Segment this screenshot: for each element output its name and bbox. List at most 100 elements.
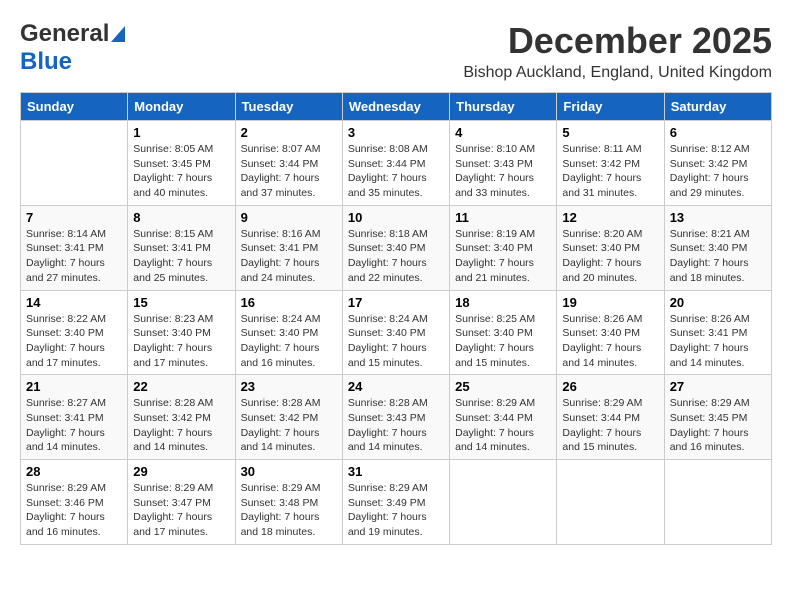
day-number: 18 xyxy=(455,295,551,310)
day-info: Sunrise: 8:24 AM Sunset: 3:40 PM Dayligh… xyxy=(241,312,337,371)
day-number: 23 xyxy=(241,379,337,394)
day-number: 24 xyxy=(348,379,444,394)
calendar-week-row: 28 Sunrise: 8:29 AM Sunset: 3:46 PM Dayli… xyxy=(21,460,772,545)
calendar-day-cell: 7 Sunrise: 8:14 AM Sunset: 3:41 PM Daylig… xyxy=(21,205,128,290)
calendar-day-cell: 16 Sunrise: 8:24 AM Sunset: 3:40 PM Dayli… xyxy=(235,290,342,375)
calendar-day-cell: 13 Sunrise: 8:21 AM Sunset: 3:40 PM Dayli… xyxy=(664,205,771,290)
logo: General Blue xyxy=(20,20,109,76)
calendar-day-cell: 3Sunrise: 8:08 AM Sunset: 3:44 PM Daylig… xyxy=(342,121,449,206)
logo-arrow-icon xyxy=(111,22,125,42)
calendar-day-cell: 27 Sunrise: 8:29 AM Sunset: 3:45 PM Dayli… xyxy=(664,375,771,460)
day-number: 1 xyxy=(133,125,229,140)
calendar-day-cell: 22 Sunrise: 8:28 AM Sunset: 3:42 PM Dayli… xyxy=(128,375,235,460)
day-number: 27 xyxy=(670,379,766,394)
calendar-day-cell: 19Sunrise: 8:26 AM Sunset: 3:40 PM Dayli… xyxy=(557,290,664,375)
day-info: Sunrise: 8:26 AM Sunset: 3:40 PM Dayligh… xyxy=(562,312,658,371)
col-header-monday: Monday xyxy=(128,93,235,121)
day-info: Sunrise: 8:10 AM Sunset: 3:43 PM Dayligh… xyxy=(455,142,551,201)
day-info: Sunrise: 8:05 AM Sunset: 3:45 PM Dayligh… xyxy=(133,142,229,201)
calendar-day-cell: 11Sunrise: 8:19 AM Sunset: 3:40 PM Dayli… xyxy=(450,205,557,290)
calendar-week-row: 1 Sunrise: 8:05 AM Sunset: 3:45 PM Daylig… xyxy=(21,121,772,206)
day-info: Sunrise: 8:29 AM Sunset: 3:45 PM Dayligh… xyxy=(670,396,766,455)
col-header-thursday: Thursday xyxy=(450,93,557,121)
calendar-day-cell: 21 Sunrise: 8:27 AM Sunset: 3:41 PM Dayli… xyxy=(21,375,128,460)
calendar-day-cell: 30Sunrise: 8:29 AM Sunset: 3:48 PM Dayli… xyxy=(235,460,342,545)
page-header: General Blue December 2025 Bishop Auckla… xyxy=(20,20,772,82)
calendar-day-cell: 23 Sunrise: 8:28 AM Sunset: 3:42 PM Dayli… xyxy=(235,375,342,460)
calendar-day-cell xyxy=(664,460,771,545)
day-number: 21 xyxy=(26,379,122,394)
day-info: Sunrise: 8:29 AM Sunset: 3:49 PM Dayligh… xyxy=(348,481,444,540)
day-number: 31 xyxy=(348,464,444,479)
col-header-saturday: Saturday xyxy=(664,93,771,121)
month-title: December 2025 xyxy=(463,20,772,62)
calendar-week-row: 21 Sunrise: 8:27 AM Sunset: 3:41 PM Dayli… xyxy=(21,375,772,460)
day-info: Sunrise: 8:24 AM Sunset: 3:40 PM Dayligh… xyxy=(348,312,444,371)
day-info: Sunrise: 8:07 AM Sunset: 3:44 PM Dayligh… xyxy=(241,142,337,201)
day-info: Sunrise: 8:22 AM Sunset: 3:40 PM Dayligh… xyxy=(26,312,122,371)
location-title: Bishop Auckland, England, United Kingdom xyxy=(463,64,772,82)
calendar-day-cell: 2 Sunrise: 8:07 AM Sunset: 3:44 PM Daylig… xyxy=(235,121,342,206)
day-number: 4 xyxy=(455,125,551,140)
day-number: 2 xyxy=(241,125,337,140)
day-number: 16 xyxy=(241,295,337,310)
calendar-day-cell: 5 Sunrise: 8:11 AM Sunset: 3:42 PM Daylig… xyxy=(557,121,664,206)
day-number: 30 xyxy=(241,464,337,479)
calendar-day-cell: 25 Sunrise: 8:29 AM Sunset: 3:44 PM Dayli… xyxy=(450,375,557,460)
day-number: 28 xyxy=(26,464,122,479)
day-number: 12 xyxy=(562,210,658,225)
day-info: Sunrise: 8:16 AM Sunset: 3:41 PM Dayligh… xyxy=(241,227,337,286)
calendar-day-cell: 1 Sunrise: 8:05 AM Sunset: 3:45 PM Daylig… xyxy=(128,121,235,206)
calendar-day-cell: 20 Sunrise: 8:26 AM Sunset: 3:41 PM Dayli… xyxy=(664,290,771,375)
calendar-table: SundayMondayTuesdayWednesdayThursdayFrid… xyxy=(20,92,772,545)
day-info: Sunrise: 8:11 AM Sunset: 3:42 PM Dayligh… xyxy=(562,142,658,201)
day-number: 25 xyxy=(455,379,551,394)
col-header-friday: Friday xyxy=(557,93,664,121)
calendar-day-cell: 15Sunrise: 8:23 AM Sunset: 3:40 PM Dayli… xyxy=(128,290,235,375)
day-info: Sunrise: 8:27 AM Sunset: 3:41 PM Dayligh… xyxy=(26,396,122,455)
calendar-day-cell xyxy=(557,460,664,545)
title-block: December 2025 Bishop Auckland, England, … xyxy=(463,20,772,82)
day-info: Sunrise: 8:18 AM Sunset: 3:40 PM Dayligh… xyxy=(348,227,444,286)
day-info: Sunrise: 8:28 AM Sunset: 3:42 PM Dayligh… xyxy=(133,396,229,455)
day-info: Sunrise: 8:26 AM Sunset: 3:41 PM Dayligh… xyxy=(670,312,766,371)
day-info: Sunrise: 8:20 AM Sunset: 3:40 PM Dayligh… xyxy=(562,227,658,286)
calendar-week-row: 14 Sunrise: 8:22 AM Sunset: 3:40 PM Dayli… xyxy=(21,290,772,375)
day-info: Sunrise: 8:29 AM Sunset: 3:47 PM Dayligh… xyxy=(133,481,229,540)
day-number: 6 xyxy=(670,125,766,140)
day-info: Sunrise: 8:28 AM Sunset: 3:42 PM Dayligh… xyxy=(241,396,337,455)
day-number: 22 xyxy=(133,379,229,394)
day-info: Sunrise: 8:12 AM Sunset: 3:42 PM Dayligh… xyxy=(670,142,766,201)
day-info: Sunrise: 8:29 AM Sunset: 3:44 PM Dayligh… xyxy=(455,396,551,455)
calendar-day-cell: 4 Sunrise: 8:10 AM Sunset: 3:43 PM Daylig… xyxy=(450,121,557,206)
calendar-day-cell: 9 Sunrise: 8:16 AM Sunset: 3:41 PM Daylig… xyxy=(235,205,342,290)
day-info: Sunrise: 8:28 AM Sunset: 3:43 PM Dayligh… xyxy=(348,396,444,455)
day-number: 7 xyxy=(26,210,122,225)
calendar-day-cell: 14 Sunrise: 8:22 AM Sunset: 3:40 PM Dayli… xyxy=(21,290,128,375)
day-number: 14 xyxy=(26,295,122,310)
day-number: 11 xyxy=(455,210,551,225)
calendar-day-cell: 12 Sunrise: 8:20 AM Sunset: 3:40 PM Dayli… xyxy=(557,205,664,290)
day-info: Sunrise: 8:21 AM Sunset: 3:40 PM Dayligh… xyxy=(670,227,766,286)
col-header-wednesday: Wednesday xyxy=(342,93,449,121)
calendar-day-cell: 18 Sunrise: 8:25 AM Sunset: 3:40 PM Dayli… xyxy=(450,290,557,375)
day-info: Sunrise: 8:14 AM Sunset: 3:41 PM Dayligh… xyxy=(26,227,122,286)
day-number: 20 xyxy=(670,295,766,310)
day-number: 10 xyxy=(348,210,444,225)
calendar-day-cell xyxy=(450,460,557,545)
day-number: 3 xyxy=(348,125,444,140)
col-header-tuesday: Tuesday xyxy=(235,93,342,121)
day-number: 26 xyxy=(562,379,658,394)
day-number: 17 xyxy=(348,295,444,310)
logo-blue: Blue xyxy=(20,48,72,75)
day-number: 5 xyxy=(562,125,658,140)
day-number: 13 xyxy=(670,210,766,225)
day-info: Sunrise: 8:29 AM Sunset: 3:46 PM Dayligh… xyxy=(26,481,122,540)
day-number: 9 xyxy=(241,210,337,225)
calendar-day-cell: 17 Sunrise: 8:24 AM Sunset: 3:40 PM Dayli… xyxy=(342,290,449,375)
day-number: 15 xyxy=(133,295,229,310)
calendar-day-cell: 28 Sunrise: 8:29 AM Sunset: 3:46 PM Dayli… xyxy=(21,460,128,545)
calendar-header-row: SundayMondayTuesdayWednesdayThursdayFrid… xyxy=(21,93,772,121)
day-info: Sunrise: 8:25 AM Sunset: 3:40 PM Dayligh… xyxy=(455,312,551,371)
calendar-body: 1 Sunrise: 8:05 AM Sunset: 3:45 PM Daylig… xyxy=(21,121,772,545)
